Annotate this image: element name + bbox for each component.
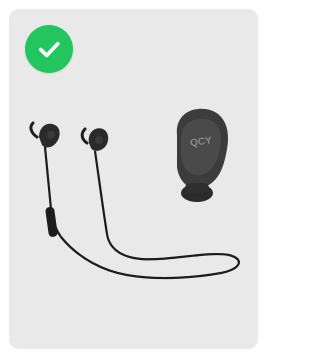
- product-option-card[interactable]: QCY: [9, 9, 258, 349]
- single-earbud-icon: QCY: [176, 108, 229, 202]
- product-image: QCY: [29, 108, 240, 280]
